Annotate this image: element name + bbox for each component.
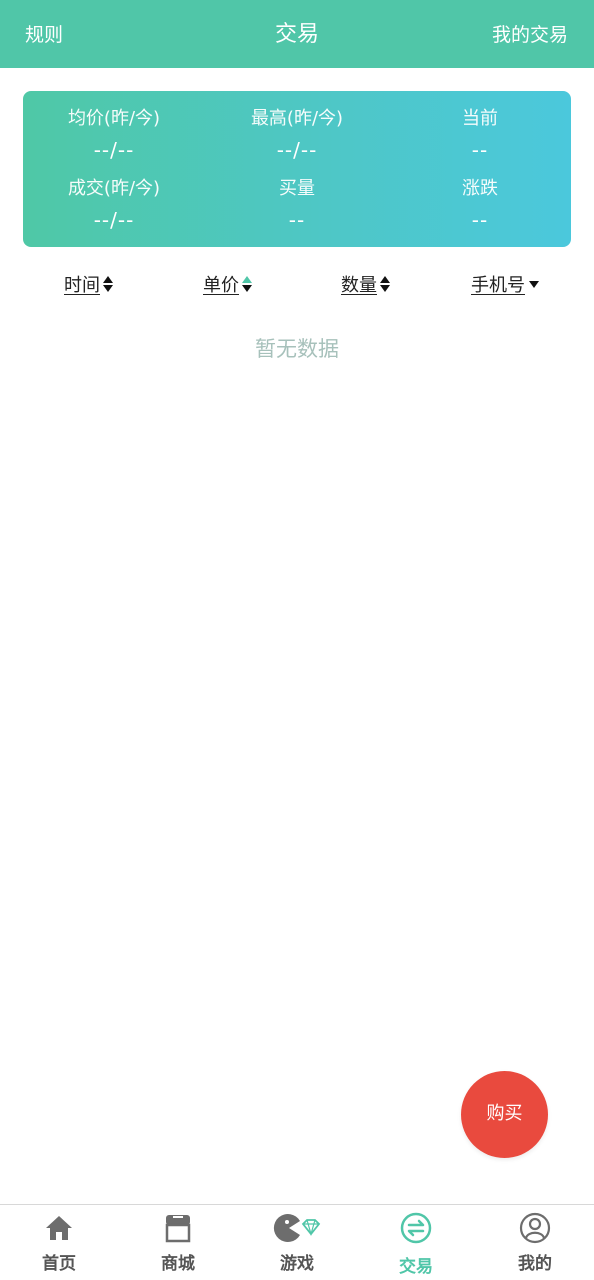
sort-price[interactable]: 单价 bbox=[203, 266, 253, 302]
buy-button[interactable]: 购买 bbox=[461, 1071, 548, 1158]
tab-home[interactable]: 首页 bbox=[0, 1205, 118, 1280]
tab-shop[interactable]: 商城 bbox=[119, 1205, 237, 1280]
tab-label: 我的 bbox=[518, 1254, 552, 1274]
dropdown-caret-icon bbox=[528, 280, 540, 289]
sort-label: 手机号 bbox=[471, 275, 525, 296]
sort-label: 数量 bbox=[341, 275, 377, 296]
stat-buy-volume: 买量 -- bbox=[206, 176, 388, 234]
sort-updown-icon bbox=[102, 275, 114, 293]
home-icon bbox=[0, 1211, 118, 1245]
user-icon bbox=[476, 1211, 594, 1245]
stat-label: 买量 bbox=[279, 178, 315, 199]
game-icon bbox=[238, 1211, 356, 1245]
stat-label: 均价(昨/今) bbox=[67, 108, 161, 129]
tab-exchange[interactable]: 交易 bbox=[357, 1205, 475, 1280]
sort-quantity[interactable]: 数量 bbox=[341, 266, 391, 302]
exchange-icon bbox=[357, 1211, 475, 1245]
stat-change: 涨跌 -- bbox=[389, 176, 571, 234]
stat-high-price: 最高(昨/今) --/-- bbox=[206, 106, 388, 164]
sort-phone[interactable]: 手机号 bbox=[471, 266, 540, 302]
stat-value: --/-- bbox=[93, 138, 135, 162]
stat-label: 最高(昨/今) bbox=[250, 108, 344, 129]
shop-icon bbox=[119, 1211, 237, 1245]
tab-label: 游戏 bbox=[280, 1254, 314, 1274]
sort-bar: 时间 单价 数量 手机号 bbox=[0, 266, 594, 302]
stat-label: 涨跌 bbox=[462, 178, 498, 199]
bottom-tab-bar: 首页 商城 游戏 交易 我的 bbox=[0, 1204, 594, 1280]
stat-value: --/-- bbox=[93, 208, 135, 232]
top-bar: 规则 交易 我的交易 bbox=[0, 0, 594, 68]
stat-value: -- bbox=[471, 138, 489, 162]
sort-up-active-icon bbox=[241, 275, 253, 293]
empty-state: 暂无数据 bbox=[255, 337, 339, 361]
stat-value: --/-- bbox=[276, 138, 318, 162]
stat-label: 成交(昨/今) bbox=[67, 178, 161, 199]
sort-label: 时间 bbox=[64, 275, 100, 296]
stat-label: 当前 bbox=[462, 108, 498, 129]
tab-label: 商城 bbox=[161, 1254, 195, 1274]
stat-current: 当前 -- bbox=[389, 106, 571, 164]
sort-time[interactable]: 时间 bbox=[64, 266, 114, 302]
stat-avg-price: 均价(昨/今) --/-- bbox=[23, 106, 205, 164]
tab-game[interactable]: 游戏 bbox=[238, 1205, 356, 1280]
stats-card: 均价(昨/今) --/-- 最高(昨/今) --/-- 当前 -- 成交(昨/今… bbox=[23, 91, 571, 247]
tab-label: 交易 bbox=[399, 1257, 433, 1277]
rules-link[interactable]: 规则 bbox=[25, 0, 63, 68]
stat-value: -- bbox=[288, 208, 306, 232]
page-title: 交易 bbox=[274, 22, 319, 47]
tab-mine[interactable]: 我的 bbox=[476, 1205, 594, 1280]
my-trades-link[interactable]: 我的交易 bbox=[492, 0, 568, 68]
stat-volume: 成交(昨/今) --/-- bbox=[23, 176, 205, 234]
sort-label: 单价 bbox=[203, 275, 239, 296]
sort-updown-icon bbox=[379, 275, 391, 293]
stat-value: -- bbox=[471, 208, 489, 232]
tab-label: 首页 bbox=[42, 1254, 76, 1274]
